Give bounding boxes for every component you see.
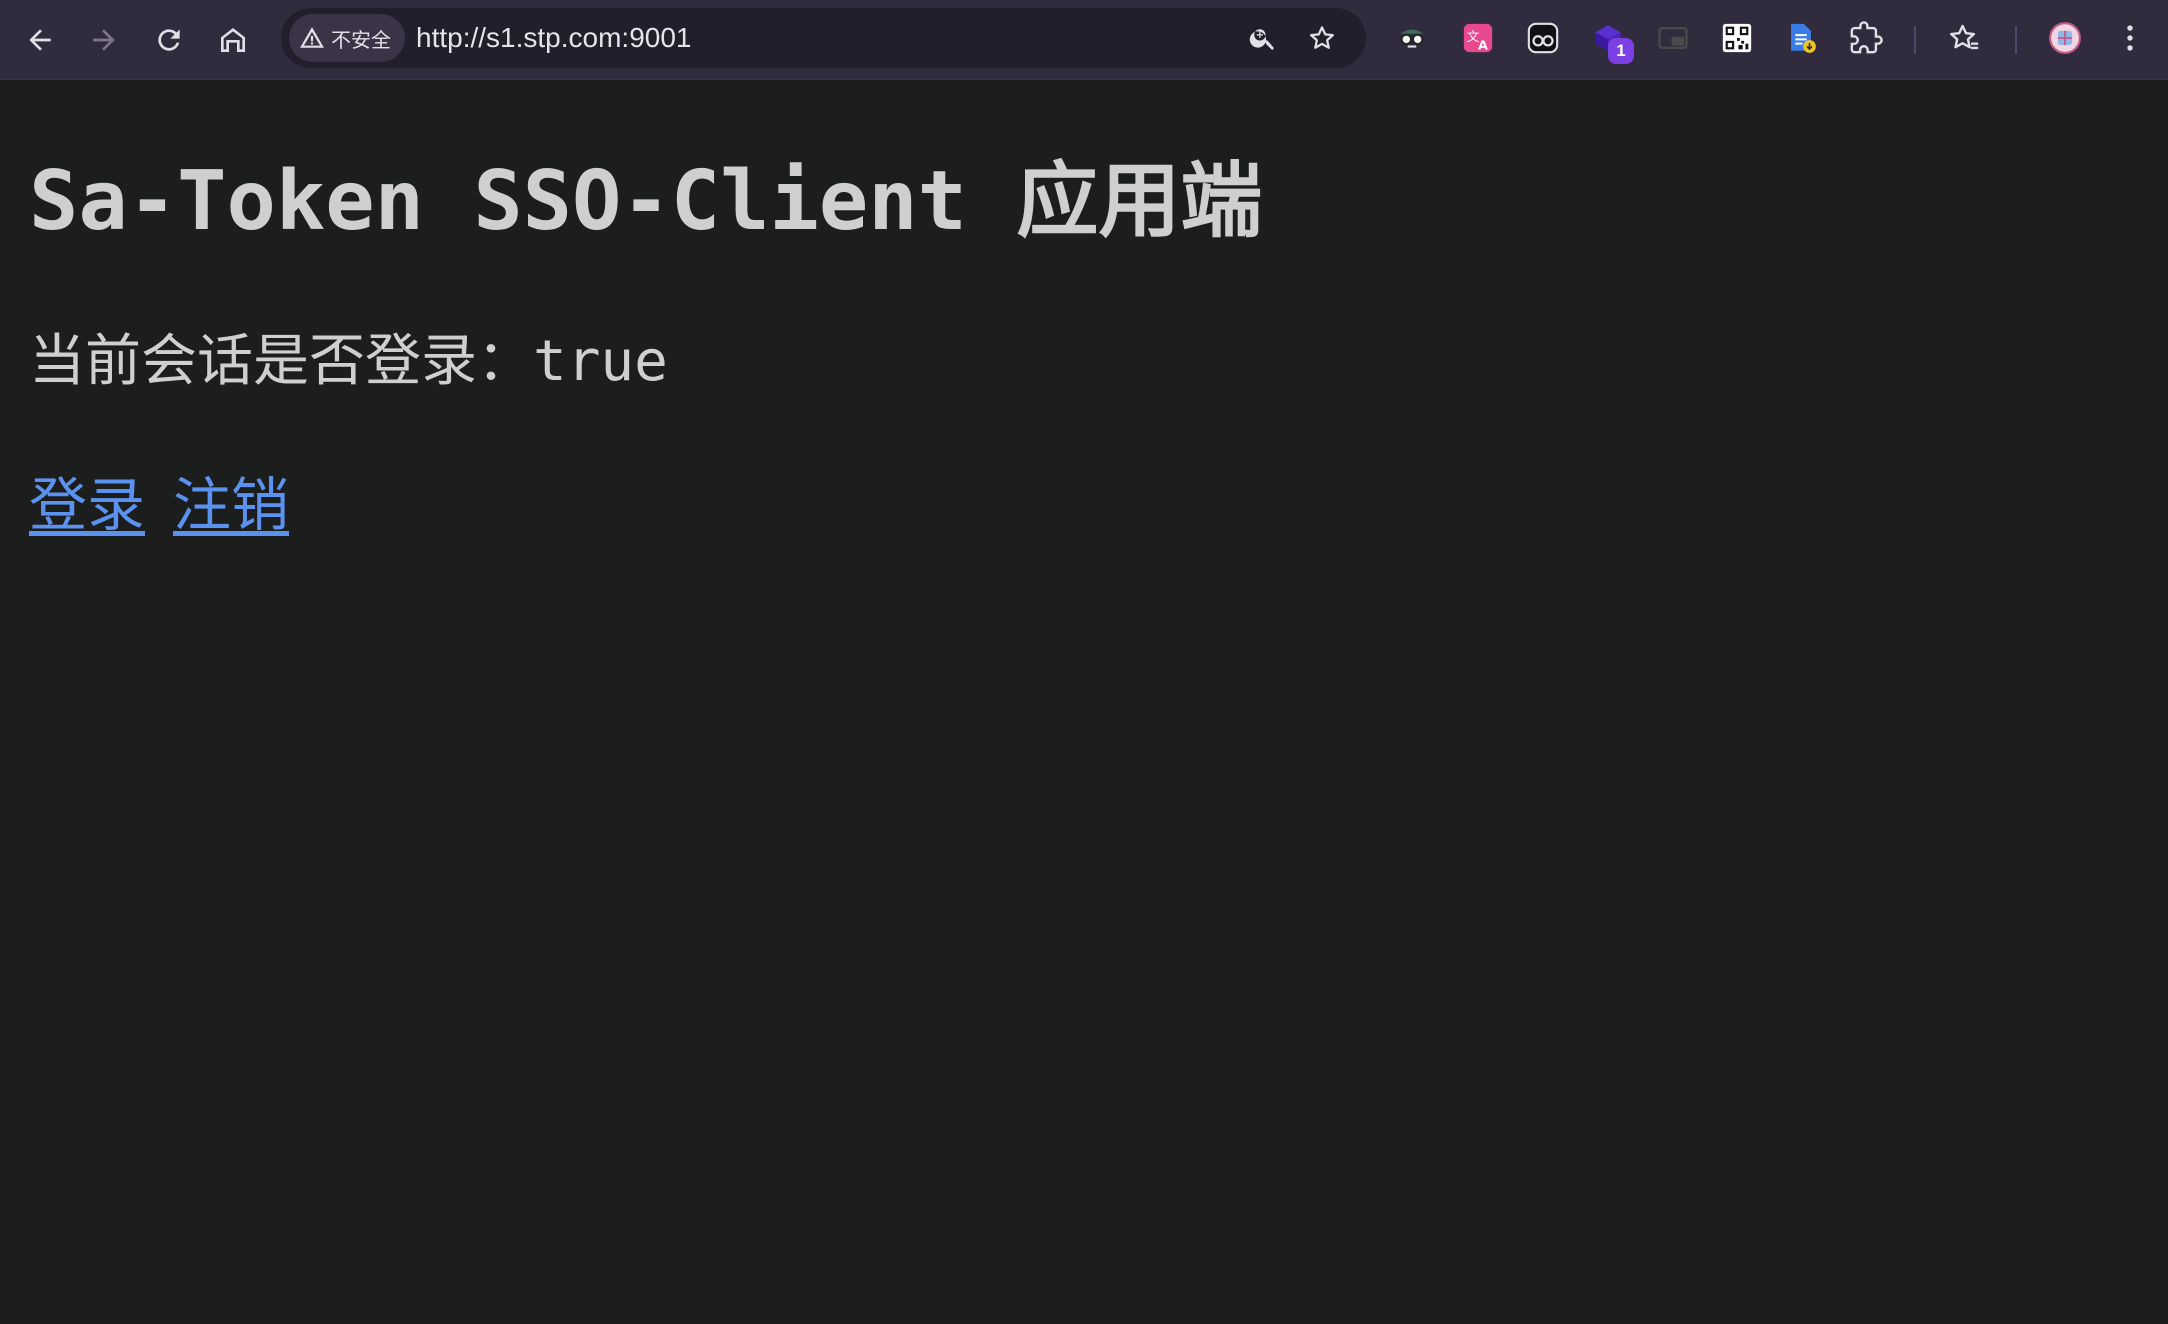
puzzle-icon — [1850, 21, 1883, 54]
browser-menu-button[interactable] — [2110, 18, 2150, 58]
back-button[interactable] — [12, 12, 68, 68]
profile-avatar[interactable] — [2045, 18, 2085, 58]
browser-toolbar: 不安全 http://s1.stp.com:9001 文 A 1 — [0, 0, 2168, 80]
svg-text:A: A — [1478, 38, 1488, 53]
login-link[interactable]: 登录 — [29, 471, 145, 539]
zoom-button[interactable] — [1243, 18, 1283, 58]
extension-tampermonkey[interactable] — [1523, 18, 1563, 58]
logout-link[interactable]: 注销 — [173, 471, 289, 539]
extension-with-badge[interactable]: 1 — [1588, 18, 1634, 64]
url-text[interactable]: http://s1.stp.com:9001 — [416, 8, 692, 68]
star-icon — [1310, 26, 1334, 49]
extension-spy[interactable] — [1392, 18, 1432, 58]
star-list-icon — [1950, 24, 1979, 50]
more-vertical-icon — [2127, 25, 2133, 51]
page-title: Sa-Token SSO-Client 应用端 — [29, 154, 1263, 249]
login-status-label: 当前会话是否登录： — [29, 329, 533, 394]
arrow-right-icon — [93, 29, 115, 51]
translate-icon: 文 A — [1463, 23, 1493, 53]
security-label: 不安全 — [331, 27, 391, 52]
login-status: 当前会话是否登录：true — [29, 316, 668, 397]
tampermonkey-icon — [1527, 22, 1559, 54]
extension-translate[interactable]: 文 A — [1458, 18, 1498, 58]
toolbar-separator — [2015, 26, 2017, 54]
security-chip[interactable]: 不安全 — [289, 14, 405, 62]
forward-button[interactable] — [76, 12, 132, 68]
bookmark-button[interactable] — [1302, 18, 1342, 58]
extension-document[interactable] — [1781, 18, 1821, 58]
arrow-left-icon — [29, 29, 51, 51]
bookmarks-button[interactable] — [1944, 18, 1984, 58]
reload-icon — [158, 29, 180, 51]
page-content: Sa-Token SSO-Client 应用端 当前会话是否登录：true 登录… — [0, 80, 2168, 1324]
glasses-disguise-icon — [1400, 29, 1424, 48]
toolbar-separator — [1914, 26, 1916, 54]
address-bar[interactable]: 不安全 http://s1.stp.com:9001 — [281, 8, 1366, 68]
document-download-icon — [1791, 23, 1816, 53]
action-links: 登录 注销 — [29, 458, 317, 542]
extension-badge: 1 — [1608, 38, 1634, 64]
zoom-in-icon — [1249, 29, 1274, 50]
warning-icon — [300, 27, 324, 48]
reload-button[interactable] — [141, 12, 197, 68]
login-status-value: true — [533, 329, 668, 394]
extension-qrcode[interactable] — [1717, 18, 1757, 58]
extensions-menu-button[interactable] — [1846, 18, 1886, 58]
extension-pip[interactable] — [1653, 18, 1693, 58]
home-icon — [221, 28, 245, 52]
qr-code-icon — [1722, 23, 1752, 53]
picture-in-picture-icon — [1658, 26, 1688, 50]
home-button[interactable] — [205, 12, 261, 68]
avatar-icon — [2049, 22, 2081, 54]
